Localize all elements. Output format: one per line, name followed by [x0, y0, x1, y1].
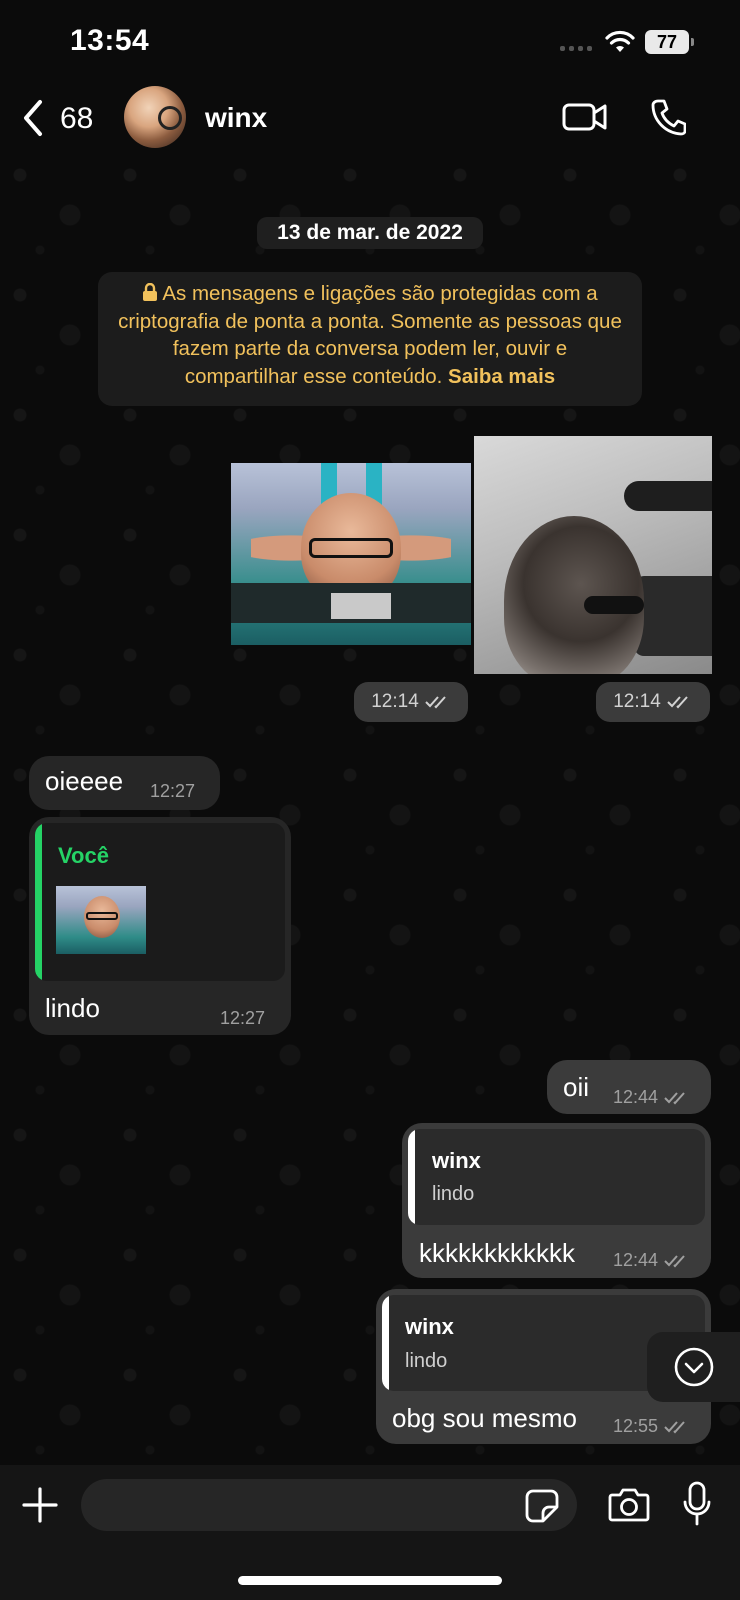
home-indicator[interactable]	[238, 1576, 502, 1585]
message-text: lindo	[45, 993, 100, 1023]
quoted-image-thumbnail	[56, 886, 146, 954]
status-bar: 13:54 77	[0, 0, 740, 80]
status-time: 13:54	[70, 24, 150, 57]
quoted-text: lindo	[432, 1183, 475, 1205]
scroll-to-bottom-button[interactable]	[647, 1332, 740, 1402]
message-text: oii	[563, 1072, 590, 1102]
plus-icon[interactable]	[22, 1487, 58, 1523]
quoted-sender: Você	[58, 843, 109, 868]
message-timestamp: 12:44	[613, 1087, 690, 1108]
wifi-icon	[605, 30, 635, 52]
quoted-sender: winx	[405, 1314, 454, 1339]
lock-icon	[143, 282, 158, 301]
message-text: oieeee	[45, 766, 124, 796]
date-separator: 13 de mar. de 2022	[257, 217, 483, 249]
phone-icon[interactable]	[650, 98, 686, 136]
learn-more-link[interactable]: Saiba mais	[448, 365, 555, 388]
image-message-selfie[interactable]	[231, 463, 471, 645]
double-check-icon	[664, 1254, 685, 1267]
message-time: 12:27	[220, 1008, 266, 1028]
back-chevron-icon[interactable]	[20, 98, 46, 138]
battery-indicator: 77	[645, 30, 694, 54]
quoted-message[interactable]	[408, 1129, 705, 1225]
double-check-icon	[425, 696, 446, 709]
microphone-icon[interactable]	[682, 1481, 712, 1527]
chat-header: 68 winx	[0, 80, 740, 155]
encryption-notice[interactable]: As mensagens e ligações são protegidas c…	[98, 272, 642, 406]
message-time: 12:55	[613, 1416, 659, 1436]
message-text: kkkkkkkkkkkk	[419, 1238, 575, 1268]
image-message-monkey[interactable]	[474, 436, 712, 674]
quoted-text: lindo	[405, 1350, 448, 1372]
contact-avatar[interactable]	[124, 86, 186, 148]
cellular-signal-icon	[560, 46, 592, 51]
double-check-icon	[664, 1420, 685, 1433]
contact-name[interactable]: winx	[205, 102, 267, 134]
unread-count[interactable]: 68	[60, 102, 93, 136]
video-call-icon[interactable]	[562, 100, 608, 134]
sticker-icon[interactable]	[525, 1489, 559, 1523]
message-timestamp: 12:44	[613, 1250, 690, 1271]
message-time: 12:14	[613, 691, 661, 712]
message-time: 12:14	[371, 691, 419, 712]
double-check-icon	[664, 1091, 685, 1104]
double-check-icon	[667, 696, 688, 709]
message-timestamp: 12:55	[613, 1416, 690, 1437]
message-time: 12:44	[613, 1087, 659, 1107]
message-time: 12:44	[613, 1250, 659, 1270]
message-text: obg sou mesmo	[392, 1403, 577, 1433]
message-input[interactable]	[81, 1479, 577, 1531]
image-timestamp: 12:14	[354, 682, 468, 722]
camera-icon[interactable]	[608, 1485, 650, 1523]
image-timestamp: 12:14	[596, 682, 710, 722]
message-time: 12:27	[150, 781, 196, 801]
scroll-down-icon	[674, 1347, 713, 1387]
quoted-sender: winx	[432, 1148, 481, 1173]
